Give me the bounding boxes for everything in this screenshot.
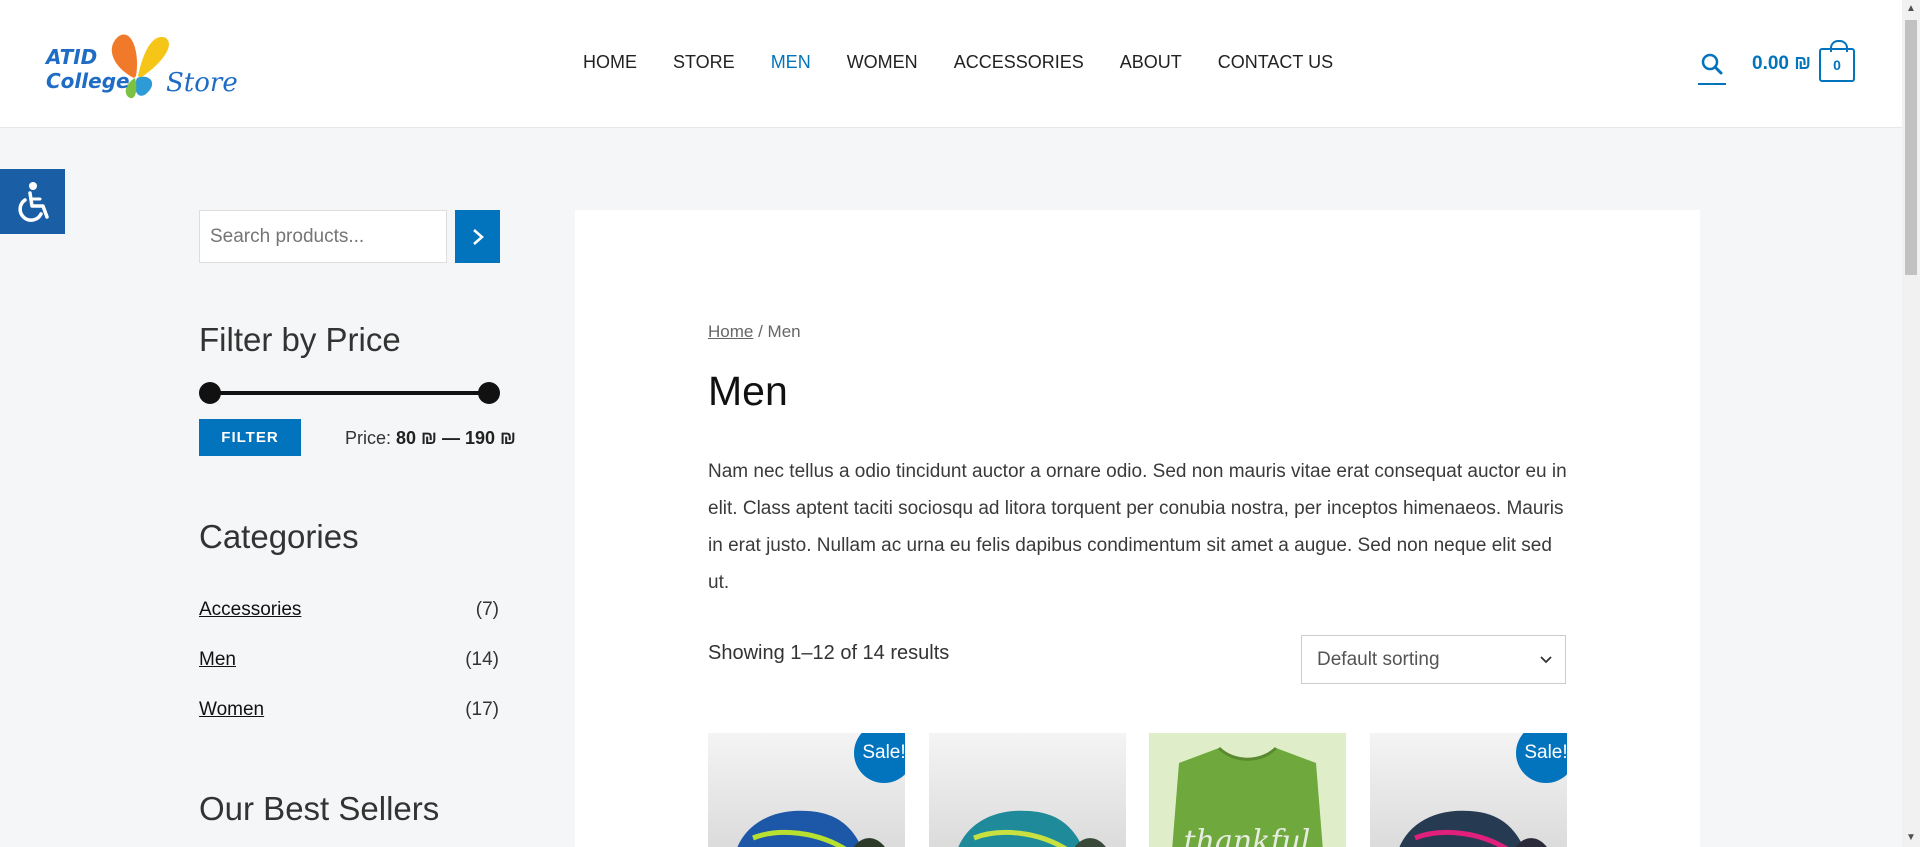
main-nav: HOME STORE MEN WOMEN ACCESSORIES ABOUT C… [583, 52, 1369, 73]
chevron-down-icon [1540, 636, 1552, 683]
category-count: (14) [465, 649, 499, 670]
search-products-input[interactable] [199, 210, 447, 263]
price-separator: — [441, 428, 460, 448]
chevron-right-icon [472, 228, 484, 245]
page-scrollbar[interactable]: ▲ ▼ [1902, 0, 1920, 847]
logo-text-atid: ATID [46, 45, 98, 69]
logo-text-store: Store [166, 68, 238, 98]
cart-amount[interactable]: 0.00 ₪ [1752, 53, 1811, 75]
price-label: Price: [345, 428, 392, 448]
category-link-men[interactable]: Men [199, 649, 236, 670]
breadcrumb: Home / Men [708, 322, 801, 342]
cart-count: 0 [1833, 57, 1841, 73]
category-link-women[interactable]: Women [199, 699, 264, 720]
best-sellers-heading: Our Best Sellers [199, 790, 440, 827]
categories-heading: Categories [199, 518, 359, 555]
breadcrumb-current: Men [767, 322, 801, 341]
nav-home[interactable]: HOME [583, 52, 637, 73]
search-icon[interactable] [1696, 50, 1728, 85]
site-logo[interactable]: ATID College Store [46, 28, 246, 102]
filter-by-price-heading: Filter by Price [199, 321, 401, 358]
nav-store[interactable]: STORE [673, 52, 735, 73]
product-card[interactable]: Sale! [708, 733, 905, 847]
logo-text-college: College [46, 69, 130, 93]
sorting-select[interactable]: Default sorting [1301, 635, 1566, 684]
bag-icon[interactable]: 0 [1819, 40, 1855, 82]
product-card[interactable]: Sale! [1370, 733, 1567, 847]
scroll-down-arrow-icon[interactable]: ▼ [1906, 832, 1916, 843]
product-card[interactable]: thankful [1149, 733, 1346, 847]
price-slider-track[interactable] [209, 391, 489, 395]
scroll-up-arrow-icon[interactable]: ▲ [1906, 3, 1916, 14]
accessibility-button[interactable] [0, 169, 65, 234]
category-description: Nam nec tellus a odio tincidunt auctor a… [708, 461, 1567, 593]
price-min: 80 ₪ [396, 428, 437, 448]
svg-text:thankful: thankful [1184, 824, 1311, 847]
category-count: (17) [465, 699, 499, 720]
category-item: Men (14) [199, 649, 499, 675]
breadcrumb-separator: / [753, 322, 768, 341]
nav-accessories[interactable]: ACCESSORIES [954, 52, 1084, 73]
filter-button[interactable]: FILTER [199, 419, 301, 456]
sorting-selected-value: Default sorting [1317, 649, 1440, 670]
price-slider-min-handle[interactable] [199, 382, 221, 404]
nav-men[interactable]: MEN [771, 52, 811, 73]
product-card[interactable] [929, 733, 1126, 847]
main-content: Home / Men Men Nam nec tellus a odio tin… [575, 210, 1700, 847]
product-image-green-tshirt[interactable]: thankful [1149, 733, 1346, 847]
category-count: (7) [475, 599, 499, 620]
category-item: Women (17) [199, 699, 499, 725]
results-count: Showing 1–12 of 14 results [708, 642, 950, 664]
product-grid: Sale! thankful Sale! [708, 733, 1568, 847]
product-image-teal-sneaker[interactable] [929, 733, 1126, 847]
wheelchair-icon [17, 181, 49, 222]
price-max: 190 ₪ [465, 428, 516, 448]
search-submit-button[interactable] [455, 210, 500, 263]
site-header: ATID College Store HOME STORE MEN WOMEN … [0, 0, 1902, 128]
nav-contact-us[interactable]: CONTACT US [1218, 52, 1333, 73]
category-link-accessories[interactable]: Accessories [199, 599, 301, 620]
scrollbar-thumb[interactable] [1905, 20, 1917, 275]
price-slider-max-handle[interactable] [478, 382, 500, 404]
breadcrumb-home-link[interactable]: Home [708, 322, 753, 341]
page-title: Men [708, 368, 788, 414]
nav-women[interactable]: WOMEN [847, 52, 918, 73]
nav-about[interactable]: ABOUT [1120, 52, 1182, 73]
category-item: Accessories (7) [199, 599, 499, 625]
price-range-label: Price: 80 ₪ — 190 ₪ [345, 428, 516, 449]
